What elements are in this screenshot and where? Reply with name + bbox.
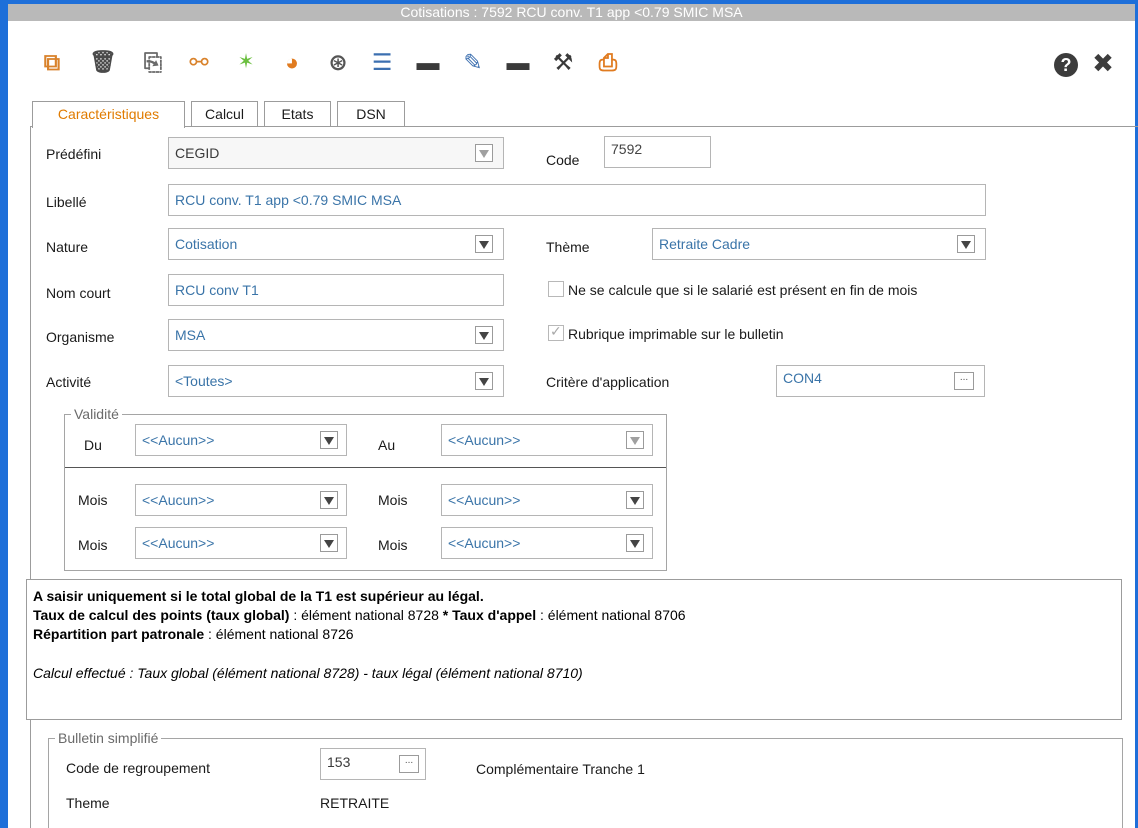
folder-icon[interactable]: ▬ [414, 49, 442, 75]
chevron-down-icon[interactable] [320, 491, 338, 509]
chevron-down-icon[interactable] [320, 431, 338, 449]
nature-select[interactable]: Cotisation [168, 228, 504, 260]
new-document-icon[interactable]: ⧉ [38, 49, 66, 75]
chevron-down-icon[interactable] [626, 534, 644, 552]
theme-label: Thème [546, 239, 590, 255]
nom-court-field[interactable]: RCU conv T1 [168, 274, 504, 306]
note-line-3: Répartition part patronale : élément nat… [33, 626, 354, 642]
critere-ellipsis-button[interactable]: ... [954, 372, 974, 390]
note-line-4: Calcul effectué : Taux global (élément n… [33, 665, 583, 681]
code-regroupement-label: Code de regroupement [66, 760, 210, 776]
mois-label: Mois [378, 492, 408, 508]
bulletin-theme-value: RETRAITE [320, 795, 390, 811]
du-value: <<Aucun>> [142, 432, 215, 448]
nature-value: Cotisation [175, 236, 238, 252]
activite-label: Activité [46, 374, 92, 390]
chevron-down-icon[interactable] [475, 144, 493, 162]
predefini-label: Prédéfini [46, 146, 102, 162]
code-regroupement-ellipsis-button[interactable]: ... [399, 755, 419, 773]
toolbar: ⧉ 🗑 ⎘ ⚯ ✶ ◕ ⊛ ☰ ▬ ✎ ▬ ⚒ ⎙ ? ✖ [8, 21, 1135, 93]
mois-label: Mois [78, 537, 108, 553]
mois-value: <<Aucun>> [142, 492, 215, 508]
wand-icon[interactable]: ✶ [232, 49, 260, 75]
mois-value: <<Aucun>> [142, 535, 215, 551]
nom-court-label: Nom court [46, 285, 111, 301]
activite-select[interactable]: <Toutes> [168, 365, 504, 397]
note-memo[interactable]: A saisir uniquement si le total global d… [26, 579, 1122, 720]
chevron-down-icon[interactable] [475, 235, 493, 253]
open-folder-icon[interactable]: ▬ [504, 49, 532, 75]
printer-icon[interactable]: ⎙ [594, 49, 622, 75]
globe-icon[interactable]: ⊛ [324, 49, 352, 75]
mois-select[interactable]: <<Aucun>> [135, 527, 347, 559]
validite-divider [65, 467, 666, 468]
copy-icon[interactable]: ⎘ [139, 49, 167, 75]
tab-etats[interactable]: Etats [264, 101, 331, 127]
fin-de-mois-checkbox[interactable] [548, 281, 564, 297]
chevron-down-icon[interactable] [320, 534, 338, 552]
imprimable-label: Rubrique imprimable sur le bulletin [568, 326, 784, 342]
link-icon[interactable]: ⚯ [185, 49, 213, 75]
organisme-value: MSA [175, 327, 206, 343]
activite-value: <Toutes> [175, 373, 233, 389]
mois-label: Mois [78, 492, 108, 508]
code-regroupement-field[interactable]: 153 ... [320, 748, 426, 780]
tab-caracteristiques[interactable]: Caractéristiques [32, 101, 185, 128]
critere-value: CON4 [783, 370, 822, 386]
organisme-label: Organisme [46, 329, 115, 345]
libelle-label: Libellé [46, 194, 87, 210]
mois-select[interactable]: <<Aucun>> [441, 527, 653, 559]
window-title: Cotisations : 7592 RCU conv. T1 app <0.7… [8, 0, 1135, 21]
code-field[interactable]: 7592 [604, 136, 711, 168]
critere-label: Critère d'application [546, 374, 670, 390]
close-icon[interactable]: ✖ [1088, 50, 1118, 77]
bulletin-title: Bulletin simplifié [55, 729, 162, 747]
predefini-value: CEGID [175, 145, 220, 161]
wrench-icon[interactable]: ⚒ [549, 49, 577, 75]
mois-select[interactable]: <<Aucun>> [441, 484, 653, 516]
validite-title: Validité [71, 405, 122, 423]
tab-calcul[interactable]: Calcul [191, 101, 258, 127]
au-value: <<Aucun>> [448, 432, 521, 448]
theme-select[interactable]: Retraite Cadre [652, 228, 986, 260]
help-icon[interactable]: ? [1054, 53, 1078, 77]
list-icon[interactable]: ☰ [368, 49, 396, 75]
nature-label: Nature [46, 239, 89, 255]
critere-field[interactable]: CON4 ... [776, 365, 985, 397]
libelle-field[interactable]: RCU conv. T1 app <0.79 SMIC MSA [168, 184, 986, 216]
tools-icon[interactable]: ✎ [459, 49, 487, 75]
predefini-select[interactable]: CEGID [168, 137, 504, 169]
du-select[interactable]: <<Aucun>> [135, 424, 347, 456]
chevron-down-icon[interactable] [957, 235, 975, 253]
theme-value: Retraite Cadre [659, 236, 751, 252]
chevron-down-icon[interactable] [475, 372, 493, 390]
delete-icon[interactable]: 🗑 [89, 49, 117, 75]
note-line-1: A saisir uniquement si le total global d… [33, 588, 484, 604]
tab-dsn[interactable]: DSN [337, 101, 405, 127]
au-select[interactable]: <<Aucun>> [441, 424, 653, 456]
bulletin-group: Bulletin simplifié [48, 729, 1123, 828]
bulletin-theme-label: Theme [66, 795, 110, 811]
chevron-down-icon[interactable] [475, 326, 493, 344]
chart-icon[interactable]: ◕ [278, 49, 306, 75]
cotisation-window: Cotisations : 7592 RCU conv. T1 app <0.7… [0, 0, 1138, 828]
mois-value: <<Aucun>> [448, 535, 521, 551]
du-label: Du [84, 437, 102, 453]
mois-value: <<Aucun>> [448, 492, 521, 508]
fin-de-mois-label: Ne se calcule que si le salarié est prés… [568, 282, 918, 298]
au-label: Au [378, 437, 396, 453]
note-line-2: Taux de calcul des points (taux global) … [33, 607, 686, 623]
code-regroupement-description: Complémentaire Tranche 1 [476, 761, 645, 777]
mois-label: Mois [378, 537, 408, 553]
chevron-down-icon[interactable] [626, 431, 644, 449]
mois-select[interactable]: <<Aucun>> [135, 484, 347, 516]
organisme-select[interactable]: MSA [168, 319, 504, 351]
imprimable-checkbox[interactable] [548, 323, 564, 341]
code-label: Code [546, 152, 580, 168]
code-regroupement-value: 153 [327, 754, 351, 770]
chevron-down-icon[interactable] [626, 491, 644, 509]
